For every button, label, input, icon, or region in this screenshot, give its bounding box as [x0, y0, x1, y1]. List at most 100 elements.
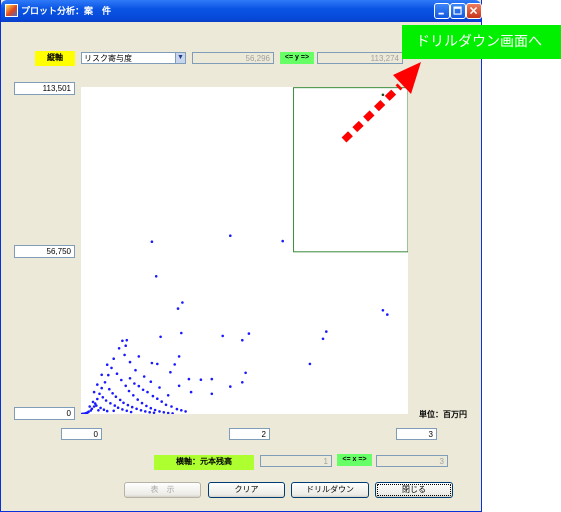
- data-point: [108, 387, 111, 391]
- clear-button[interactable]: クリア: [208, 482, 285, 498]
- data-point: [130, 405, 134, 409]
- data-point: [98, 392, 101, 396]
- data-point: [142, 375, 146, 378]
- y-range-from[interactable]: 56,296: [192, 52, 274, 64]
- plot-area[interactable]: [80, 87, 409, 416]
- x-mid-field[interactable]: 2: [229, 428, 270, 440]
- data-point: [162, 411, 166, 414]
- data-point: [187, 377, 191, 381]
- data-point: [114, 395, 118, 399]
- data-point: [133, 382, 136, 385]
- data-point: [99, 406, 102, 410]
- data-point: [111, 392, 114, 395]
- x-max-field[interactable]: 3: [396, 428, 437, 440]
- data-point: [102, 408, 106, 412]
- y-metric-select[interactable]: リスク寄与度 ▼: [81, 52, 186, 64]
- data-point: [189, 390, 193, 394]
- data-point: [149, 380, 153, 384]
- data-point: [92, 390, 96, 394]
- data-point: [128, 377, 132, 380]
- data-point: [176, 307, 180, 310]
- maximize-button[interactable]: [450, 3, 466, 19]
- chevron-down-icon[interactable]: ▼: [175, 53, 185, 63]
- x-axis-tag: 横軸：元本残高: [154, 455, 254, 470]
- data-point: [154, 275, 158, 278]
- data-point: [100, 386, 103, 390]
- data-point: [117, 347, 121, 350]
- data-point: [100, 373, 103, 377]
- data-point: [95, 404, 98, 407]
- data-point: [160, 400, 163, 403]
- data-point: [381, 309, 385, 312]
- data-point: [229, 234, 232, 237]
- data-point: [180, 331, 183, 335]
- data-point: [113, 404, 117, 407]
- minimize-button[interactable]: [434, 3, 450, 19]
- data-point: [177, 355, 181, 358]
- close-icon: [469, 6, 478, 15]
- data-point: [101, 396, 105, 399]
- data-point: [241, 338, 244, 342]
- data-point: [136, 398, 139, 401]
- data-point: [105, 409, 109, 413]
- app-icon: [5, 4, 18, 17]
- data-point: [175, 407, 179, 411]
- data-point: [126, 403, 130, 407]
- data-point: [141, 388, 145, 392]
- data-point: [124, 344, 127, 348]
- data-point: [140, 401, 144, 405]
- data-point: [129, 410, 133, 414]
- data-point: [166, 411, 170, 415]
- data-point: [199, 378, 203, 382]
- data-point: [381, 93, 385, 97]
- y-mid-field[interactable]: 56,750: [14, 245, 75, 258]
- data-point: [156, 397, 159, 401]
- y-metric-value: リスク寄与度: [84, 54, 132, 63]
- scatter-plot[interactable]: [80, 87, 409, 416]
- data-point: [173, 363, 176, 366]
- close-button[interactable]: 閉じる: [375, 482, 453, 498]
- y-between-tag: <= y =>: [280, 52, 314, 64]
- data-point: [105, 363, 109, 367]
- data-point: [137, 355, 141, 358]
- y-min-field[interactable]: 0: [14, 407, 75, 420]
- data-point: [112, 409, 115, 413]
- x-between-tag: <= x =>: [337, 454, 372, 466]
- close-window-button[interactable]: [466, 3, 482, 19]
- data-point: [104, 399, 108, 402]
- data-point: [132, 394, 135, 397]
- y-range-to[interactable]: 113,274: [317, 52, 403, 64]
- data-point: [181, 301, 184, 304]
- data-point: [139, 409, 143, 412]
- data-point: [145, 404, 148, 408]
- data-point: [115, 372, 119, 376]
- data-point: [158, 386, 161, 389]
- x-range-from[interactable]: 1: [260, 455, 332, 467]
- data-point: [170, 405, 173, 408]
- data-point: [96, 397, 99, 401]
- title-bar[interactable]: プロット分析：案 件: [1, 0, 482, 22]
- data-point: [164, 403, 168, 407]
- data-point: [153, 408, 157, 412]
- data-point: [123, 353, 126, 357]
- data-point: [321, 337, 325, 341]
- x-range-to[interactable]: 3: [376, 455, 448, 467]
- data-point: [112, 357, 115, 361]
- data-point: [127, 389, 131, 393]
- y-max-field[interactable]: 113,501: [14, 82, 75, 95]
- data-point: [118, 398, 122, 402]
- data-point: [96, 383, 99, 386]
- x-min-field[interactable]: 0: [61, 428, 102, 440]
- selection-rectangle[interactable]: [293, 87, 409, 253]
- data-point: [124, 384, 127, 388]
- show-button[interactable]: 表 示: [124, 482, 201, 498]
- data-point: [169, 370, 172, 374]
- data-point: [125, 338, 129, 342]
- data-point: [135, 407, 138, 411]
- data-point: [148, 411, 151, 414]
- data-point: [152, 411, 156, 415]
- drilldown-button[interactable]: ドリルダウン: [291, 482, 369, 498]
- data-point: [137, 384, 141, 388]
- data-point: [241, 381, 244, 384]
- data-point: [144, 410, 147, 413]
